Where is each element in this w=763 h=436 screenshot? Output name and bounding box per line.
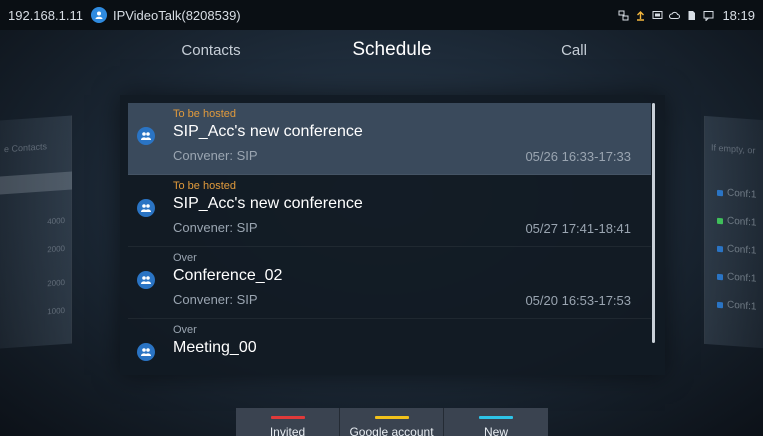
sd-card-icon bbox=[686, 10, 697, 21]
cloud-icon bbox=[669, 10, 681, 21]
scrollbar[interactable] bbox=[652, 103, 655, 343]
google-account-button[interactable]: Google account bbox=[340, 408, 444, 436]
conference-title: Conference_02 bbox=[173, 267, 283, 284]
preview-title: e Contacts bbox=[4, 141, 48, 155]
conference-convener: Convener: SIP bbox=[173, 292, 258, 307]
conference-time: 05/20 16:53-17:53 bbox=[525, 293, 631, 308]
status-icons: 18:19 bbox=[618, 8, 755, 23]
conference-icon bbox=[137, 343, 155, 361]
invited-button[interactable]: Invited bbox=[236, 408, 340, 436]
conference-icon bbox=[137, 199, 155, 217]
message-icon bbox=[703, 10, 714, 21]
new-button[interactable]: New bbox=[444, 408, 548, 436]
tab-schedule[interactable]: Schedule bbox=[352, 39, 431, 61]
conference-status: Over bbox=[173, 252, 197, 264]
preview-item: Conf:1 bbox=[717, 215, 756, 229]
conference-list[interactable]: To be hosted SIP_Acc's new conference Co… bbox=[128, 103, 651, 367]
conference-icon bbox=[137, 271, 155, 289]
blue-key-indicator bbox=[479, 416, 513, 419]
network-icon bbox=[618, 10, 629, 21]
conference-icon bbox=[717, 245, 723, 252]
preview-highlight bbox=[0, 171, 72, 195]
conference-title: SIP_Acc's new conference bbox=[173, 195, 363, 212]
clock: 18:19 bbox=[722, 7, 755, 23]
screen-icon bbox=[652, 10, 663, 21]
tab-call[interactable]: Call bbox=[561, 42, 587, 59]
red-key-indicator bbox=[271, 416, 305, 419]
conference-icon bbox=[717, 217, 723, 224]
preview-title: If empty, or bbox=[711, 142, 756, 156]
preview-number: 2000 bbox=[47, 243, 65, 255]
upload-icon bbox=[635, 10, 646, 21]
conference-status: Over bbox=[173, 324, 197, 336]
conference-icon bbox=[717, 189, 723, 196]
google-account-label: Google account bbox=[349, 425, 434, 436]
preview-item: Conf:1 bbox=[717, 299, 756, 313]
ip-address: 192.168.1.11 bbox=[8, 7, 83, 23]
conference-convener: Convener: SIP bbox=[173, 148, 258, 163]
conference-time: 05/26 16:33-17:33 bbox=[525, 149, 631, 164]
list-item[interactable]: Over Conference_02 Convener: SIP 05/20 1… bbox=[128, 247, 651, 319]
conference-time: 05/27 17:41-18:41 bbox=[525, 221, 631, 236]
invited-label: Invited bbox=[269, 425, 306, 436]
tab-contacts[interactable]: Contacts bbox=[181, 42, 240, 59]
list-item[interactable]: To be hosted SIP_Acc's new conference Co… bbox=[128, 103, 651, 175]
call-panel-preview: If empty, or Conf:1 Conf:1 Conf:1 Conf:1… bbox=[704, 115, 763, 349]
app-name: IPVideoTalk(8208539) bbox=[112, 7, 241, 23]
preview-item: Conf:1 bbox=[717, 243, 756, 257]
softkey-bar: Invited Google account New bbox=[236, 408, 548, 436]
list-item[interactable]: To be hosted SIP_Acc's new conference Co… bbox=[128, 175, 651, 247]
conference-status: To be hosted bbox=[173, 108, 236, 120]
conference-title: Meeting_00 bbox=[173, 339, 257, 356]
tab-bar: Contacts Schedule Call bbox=[0, 39, 763, 78]
conference-icon bbox=[137, 127, 155, 145]
preview-item: Conf:1 bbox=[717, 271, 756, 285]
conference-title: SIP_Acc's new conference bbox=[173, 123, 363, 140]
contacts-panel-preview: e Contacts 4000 2000 2000 1000 bbox=[0, 115, 72, 349]
yellow-key-indicator bbox=[375, 416, 409, 419]
account-icon bbox=[90, 7, 107, 23]
preview-number: 4000 bbox=[47, 215, 65, 227]
list-item[interactable]: Over Meeting_00 bbox=[128, 319, 651, 367]
conference-convener: Convener: SIP bbox=[173, 220, 258, 235]
status-bar: 192.168.1.11 IPVideoTalk(8208539) 18:19 bbox=[0, 0, 763, 30]
preview-number: 1000 bbox=[47, 305, 65, 317]
conference-icon bbox=[717, 301, 723, 308]
conference-icon bbox=[717, 273, 723, 280]
preview-number: 2000 bbox=[47, 277, 65, 289]
new-label: New bbox=[483, 425, 508, 436]
preview-item: Conf:1 bbox=[717, 187, 756, 201]
conference-status: To be hosted bbox=[173, 180, 236, 192]
schedule-panel: To be hosted SIP_Acc's new conference Co… bbox=[120, 95, 665, 375]
